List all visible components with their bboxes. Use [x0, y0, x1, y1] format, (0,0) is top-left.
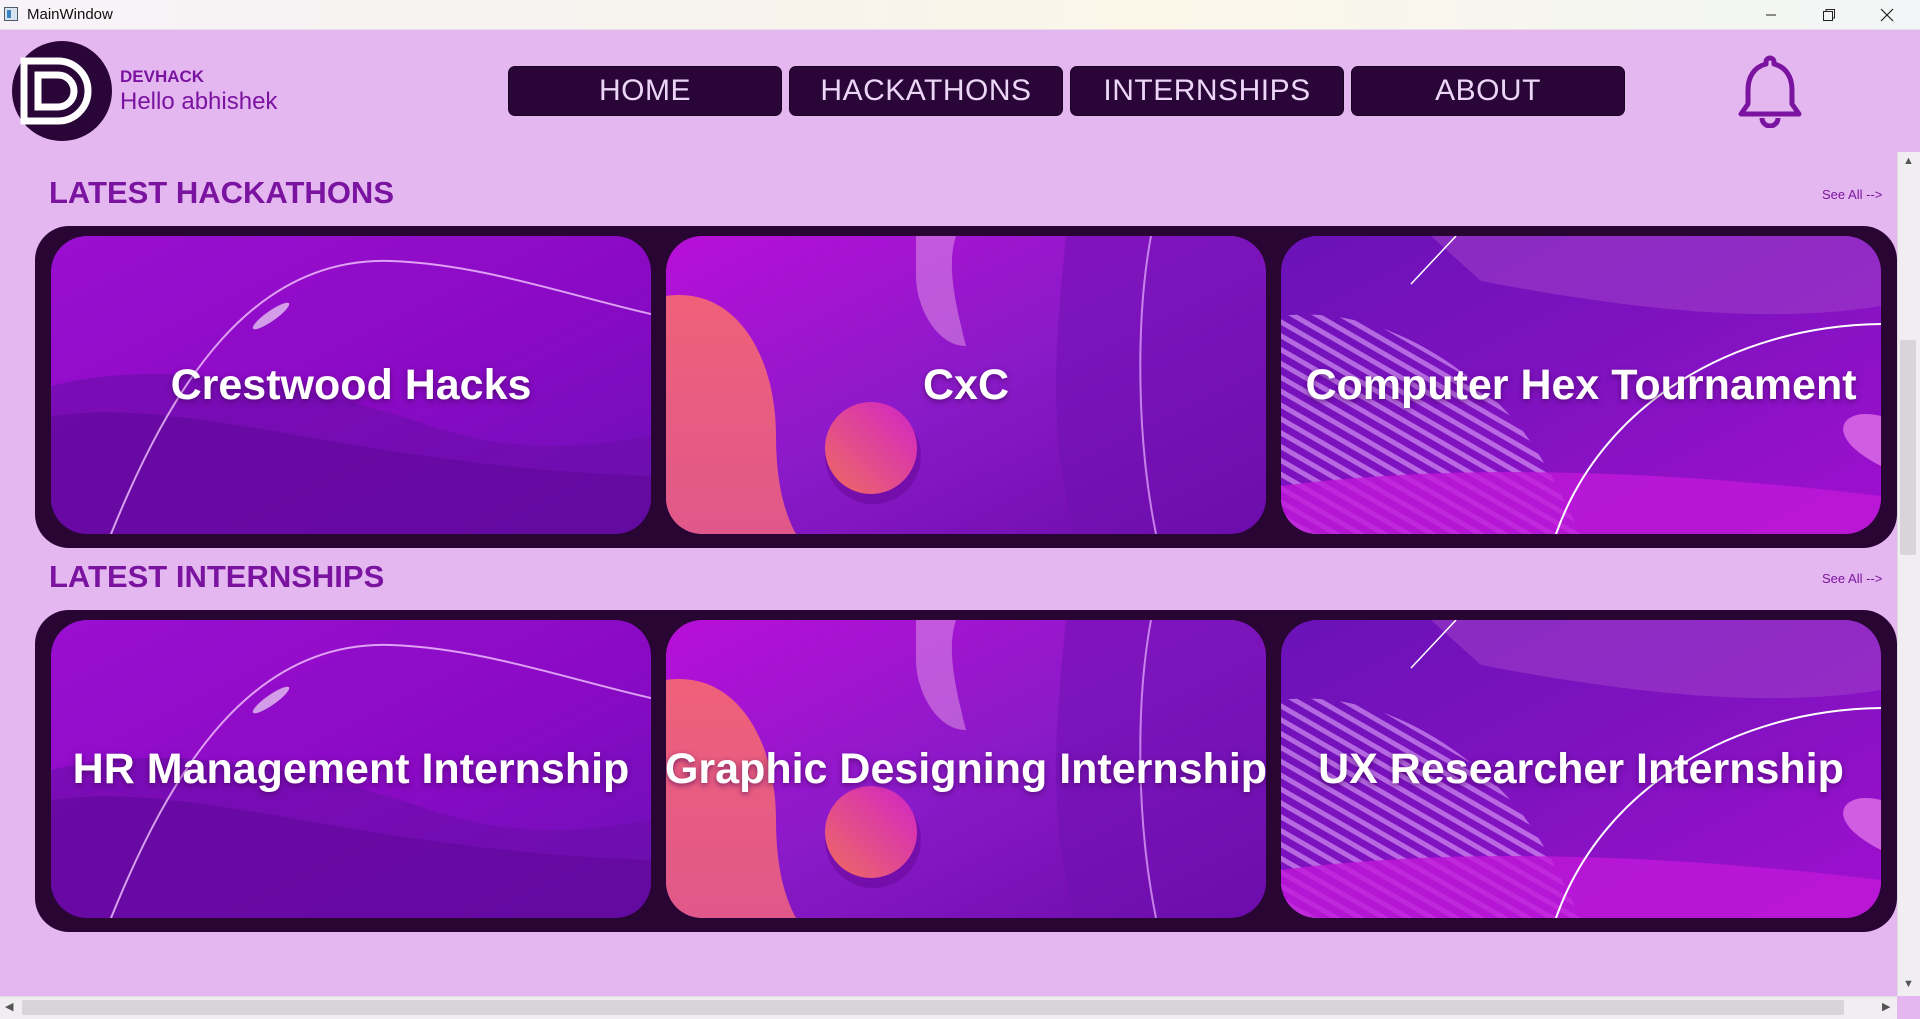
- internship-card[interactable]: HR Management Internship: [51, 620, 651, 918]
- card-title: Graphic Designing Internship: [666, 744, 1266, 793]
- see-all-hackathons-link[interactable]: See All -->: [1822, 187, 1882, 202]
- hackathon-card[interactable]: CxC: [666, 236, 1266, 534]
- minimize-icon[interactable]: [1742, 0, 1800, 29]
- scroll-up-icon[interactable]: ▲: [1903, 155, 1914, 167]
- nav-home-button[interactable]: HOME: [508, 66, 782, 116]
- greeting: Hello abhishek: [120, 88, 278, 115]
- hackathon-card[interactable]: Crestwood Hacks: [51, 236, 651, 534]
- scroll-left-icon[interactable]: ◀: [5, 1000, 13, 1013]
- devhack-logo[interactable]: [12, 41, 112, 141]
- window-title: MainWindow: [27, 6, 113, 23]
- card-title: HR Management Internship: [72, 744, 630, 793]
- app-icon: [4, 7, 18, 21]
- nav-hackathons-button[interactable]: HACKATHONS: [789, 66, 1063, 116]
- scroll-right-icon[interactable]: ▶: [1882, 1000, 1890, 1013]
- vertical-scrollbar[interactable]: [1897, 152, 1920, 996]
- vertical-scroll-thumb[interactable]: [1900, 340, 1916, 555]
- title-bar: MainWindow: [0, 0, 1920, 30]
- card-title: CxC: [922, 360, 1010, 409]
- internship-card[interactable]: Graphic Designing Internship: [666, 620, 1266, 918]
- card-title: Computer Hex Tournament: [1305, 360, 1857, 409]
- see-all-internships-link[interactable]: See All -->: [1822, 571, 1882, 586]
- hackathons-panel: Crestwood Hacks CxC Computer Hex Tournam…: [35, 226, 1897, 548]
- section-title-hackathons: LATEST HACKATHONS: [49, 175, 394, 210]
- card-title: Crestwood Hacks: [170, 360, 532, 409]
- horizontal-scroll-thumb[interactable]: [22, 1000, 1844, 1015]
- nav-internships-button[interactable]: INTERNSHIPS: [1070, 66, 1344, 116]
- brand-name: DEVHACK: [120, 67, 205, 86]
- internship-card[interactable]: UX Researcher Internship: [1281, 620, 1881, 918]
- bell-icon[interactable]: [1736, 54, 1804, 128]
- section-title-internships: LATEST INTERNSHIPS: [49, 559, 385, 594]
- internships-panel: HR Management Internship Graphic Designi…: [35, 610, 1897, 932]
- close-icon[interactable]: [1858, 0, 1916, 29]
- card-title: UX Researcher Internship: [1318, 744, 1844, 793]
- scroll-down-icon[interactable]: ▼: [1903, 978, 1914, 990]
- hackathon-card[interactable]: Computer Hex Tournament: [1281, 236, 1881, 534]
- nav-about-button[interactable]: ABOUT: [1351, 66, 1625, 116]
- restore-icon[interactable]: [1800, 0, 1858, 29]
